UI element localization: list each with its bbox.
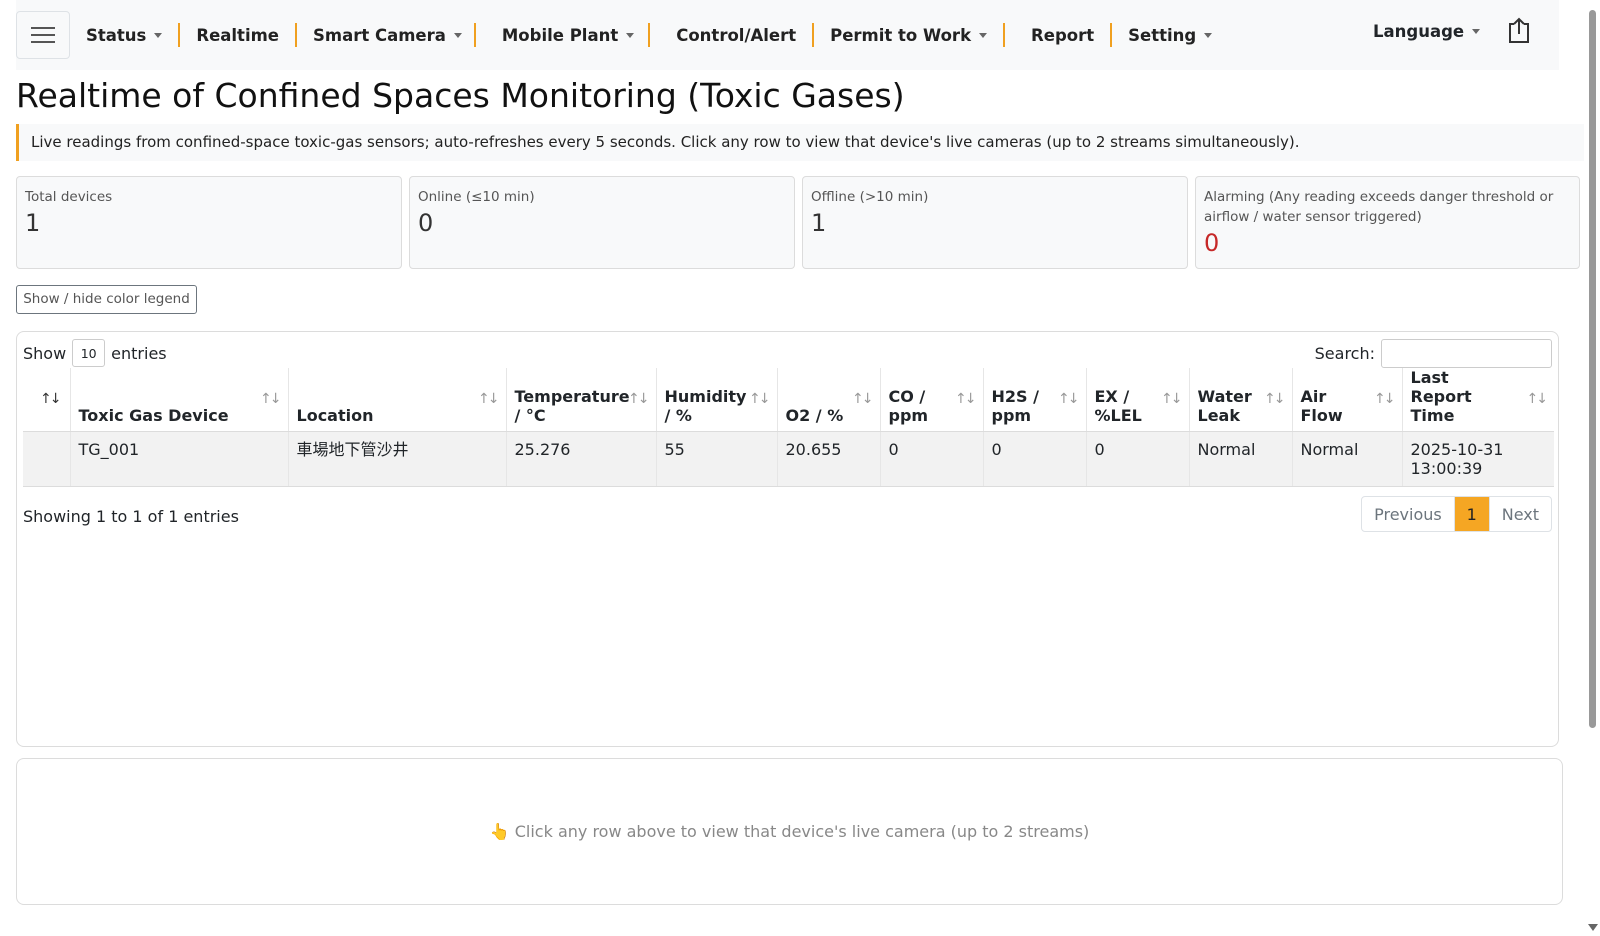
table-cell: 25.276	[505, 431, 656, 487]
nav-mobile-plant[interactable]: Mobile Plant	[476, 24, 648, 46]
search-input[interactable]	[1381, 339, 1552, 368]
column-header-ex[interactable]: EX / %LEL ↑↓	[1085, 368, 1189, 432]
sort-icon: ↑↓	[628, 391, 650, 407]
sort-icon: ↑↓	[1264, 391, 1286, 407]
column-header-device[interactable]: Toxic Gas Device ↑↓	[69, 368, 288, 432]
column-header-humidity[interactable]: Humidity / % ↑↓	[655, 368, 777, 432]
column-header-location[interactable]: Location ↑↓	[287, 368, 506, 432]
column-header-index[interactable]: ↑↓	[23, 368, 70, 432]
sort-icon: ↑↓	[749, 391, 771, 407]
table-cell: 20.655	[776, 431, 880, 487]
nav-control-alert[interactable]: Control/Alert	[650, 24, 812, 46]
card-value: 0	[418, 209, 434, 237]
show-entries-control: Show 10 entries	[23, 339, 167, 367]
card-value: 1	[25, 209, 41, 237]
table-cell: Normal	[1291, 431, 1402, 487]
scrollbar-thumb[interactable]	[1589, 10, 1596, 728]
online-devices-card: Online (≤10 min) 0	[409, 176, 795, 269]
table-cell: Normal	[1188, 431, 1292, 487]
nav-permit-to-work[interactable]: Permit to Work	[814, 24, 1003, 46]
card-label: Total devices	[25, 189, 113, 205]
table-cell: 車場地下管沙井	[287, 431, 506, 487]
devices-table: ↑↓ Toxic Gas Device ↑↓ Location ↑↓ Tempera…	[23, 368, 1554, 487]
hamburger-icon-line	[31, 41, 55, 43]
column-header-temperature[interactable]: Temperature / °C ↑↓	[505, 368, 656, 432]
next-page-button[interactable]: Next	[1488, 497, 1551, 531]
table-cell: 55	[655, 431, 777, 487]
search-label: Search:	[1314, 344, 1375, 363]
table-cell	[23, 431, 70, 487]
pagination-info: Showing 1 to 1 of 1 entries	[23, 507, 239, 526]
nav-realtime[interactable]: Realtime	[180, 24, 295, 46]
nav-setting[interactable]: Setting	[1112, 24, 1228, 46]
sort-icon: ↑↓	[1058, 391, 1080, 407]
sort-asc-icon: ↑↓	[40, 391, 62, 407]
column-header-water-leak[interactable]: Water Leak ↑↓	[1188, 368, 1292, 432]
table-cell: 2025-10-31 13:00:39	[1401, 431, 1554, 487]
scroll-down-arrow-icon[interactable]	[1588, 924, 1598, 931]
column-header-air-flow[interactable]: Air Flow ↑↓	[1291, 368, 1402, 432]
logout-icon[interactable]	[1506, 16, 1532, 44]
language-dropdown[interactable]: Language	[1373, 20, 1480, 42]
total-devices-card: Total devices 1	[16, 176, 402, 269]
alarming-devices-card: Alarming (Any reading exceeds danger thr…	[1195, 176, 1580, 269]
card-value: 0	[1204, 229, 1220, 257]
show-label: Show	[23, 343, 67, 363]
sort-icon: ↑↓	[955, 391, 977, 407]
nav-menu: Status Realtime Smart Camera Mobile Plan…	[70, 0, 1228, 70]
entries-per-page-select[interactable]: 10	[72, 339, 106, 367]
page-title: Realtime of Confined Spaces Monitoring (…	[16, 76, 905, 115]
nav-status[interactable]: Status	[70, 24, 178, 46]
sort-icon: ↑↓	[478, 391, 500, 407]
sort-icon: ↑↓	[852, 391, 874, 407]
previous-page-button[interactable]: Previous	[1362, 497, 1455, 531]
sort-icon: ↑↓	[1161, 391, 1183, 407]
offline-devices-card: Offline (>10 min) 1	[802, 176, 1188, 269]
table-row[interactable]: TG_001 車場地下管沙井 25.276 55 20.655 0 0 0 No…	[23, 431, 1554, 487]
table-header-row: ↑↓ Toxic Gas Device ↑↓ Location ↑↓ Tempera…	[23, 368, 1554, 432]
table-cell: 0	[879, 431, 983, 487]
column-header-h2s[interactable]: H2S / ppm ↑↓	[982, 368, 1086, 432]
nav-smart-camera[interactable]: Smart Camera	[297, 24, 474, 46]
column-header-co[interactable]: CO / ppm ↑↓	[879, 368, 983, 432]
entries-label: entries	[111, 343, 167, 363]
toggle-color-legend-button[interactable]: Show / hide color legend	[16, 285, 197, 314]
devices-table-panel: Show 10 entries Search: ↑↓ Toxic Gas Dev…	[16, 331, 1559, 747]
table-cell: 0	[1085, 431, 1189, 487]
top-navbar: Status Realtime Smart Camera Mobile Plan…	[16, 0, 1559, 70]
hamburger-icon	[31, 27, 55, 29]
live-camera-panel: 👆 Click any row above to view that devic…	[16, 758, 1563, 905]
sort-icon: ↑↓	[1374, 391, 1396, 407]
column-header-last-report[interactable]: Last Report Time ↑↓	[1401, 368, 1554, 432]
table-cell: 0	[982, 431, 1086, 487]
column-header-o2[interactable]: O2 / % ↑↓	[776, 368, 880, 432]
nav-report[interactable]: Report	[1005, 24, 1110, 46]
camera-placeholder-message: 👆 Click any row above to view that devic…	[489, 822, 1090, 841]
card-value: 1	[811, 209, 827, 237]
info-notice: Live readings from confined-space toxic-…	[16, 124, 1584, 161]
page-1-button[interactable]: 1	[1454, 497, 1489, 531]
menu-toggle-button[interactable]	[16, 11, 70, 59]
pagination: Previous 1 Next	[1361, 496, 1552, 532]
hamburger-icon-line	[31, 34, 55, 36]
sort-icon: ↑↓	[260, 391, 282, 407]
page-scrollbar[interactable]	[1584, 0, 1600, 936]
table-cell: TG_001	[69, 431, 288, 487]
card-label: Online (≤10 min)	[418, 189, 535, 205]
card-label: Alarming (Any reading exceeds danger thr…	[1204, 189, 1554, 225]
card-label: Offline (>10 min)	[811, 189, 929, 205]
sort-icon: ↑↓	[1526, 391, 1549, 407]
search-control: Search:	[1315, 339, 1552, 368]
